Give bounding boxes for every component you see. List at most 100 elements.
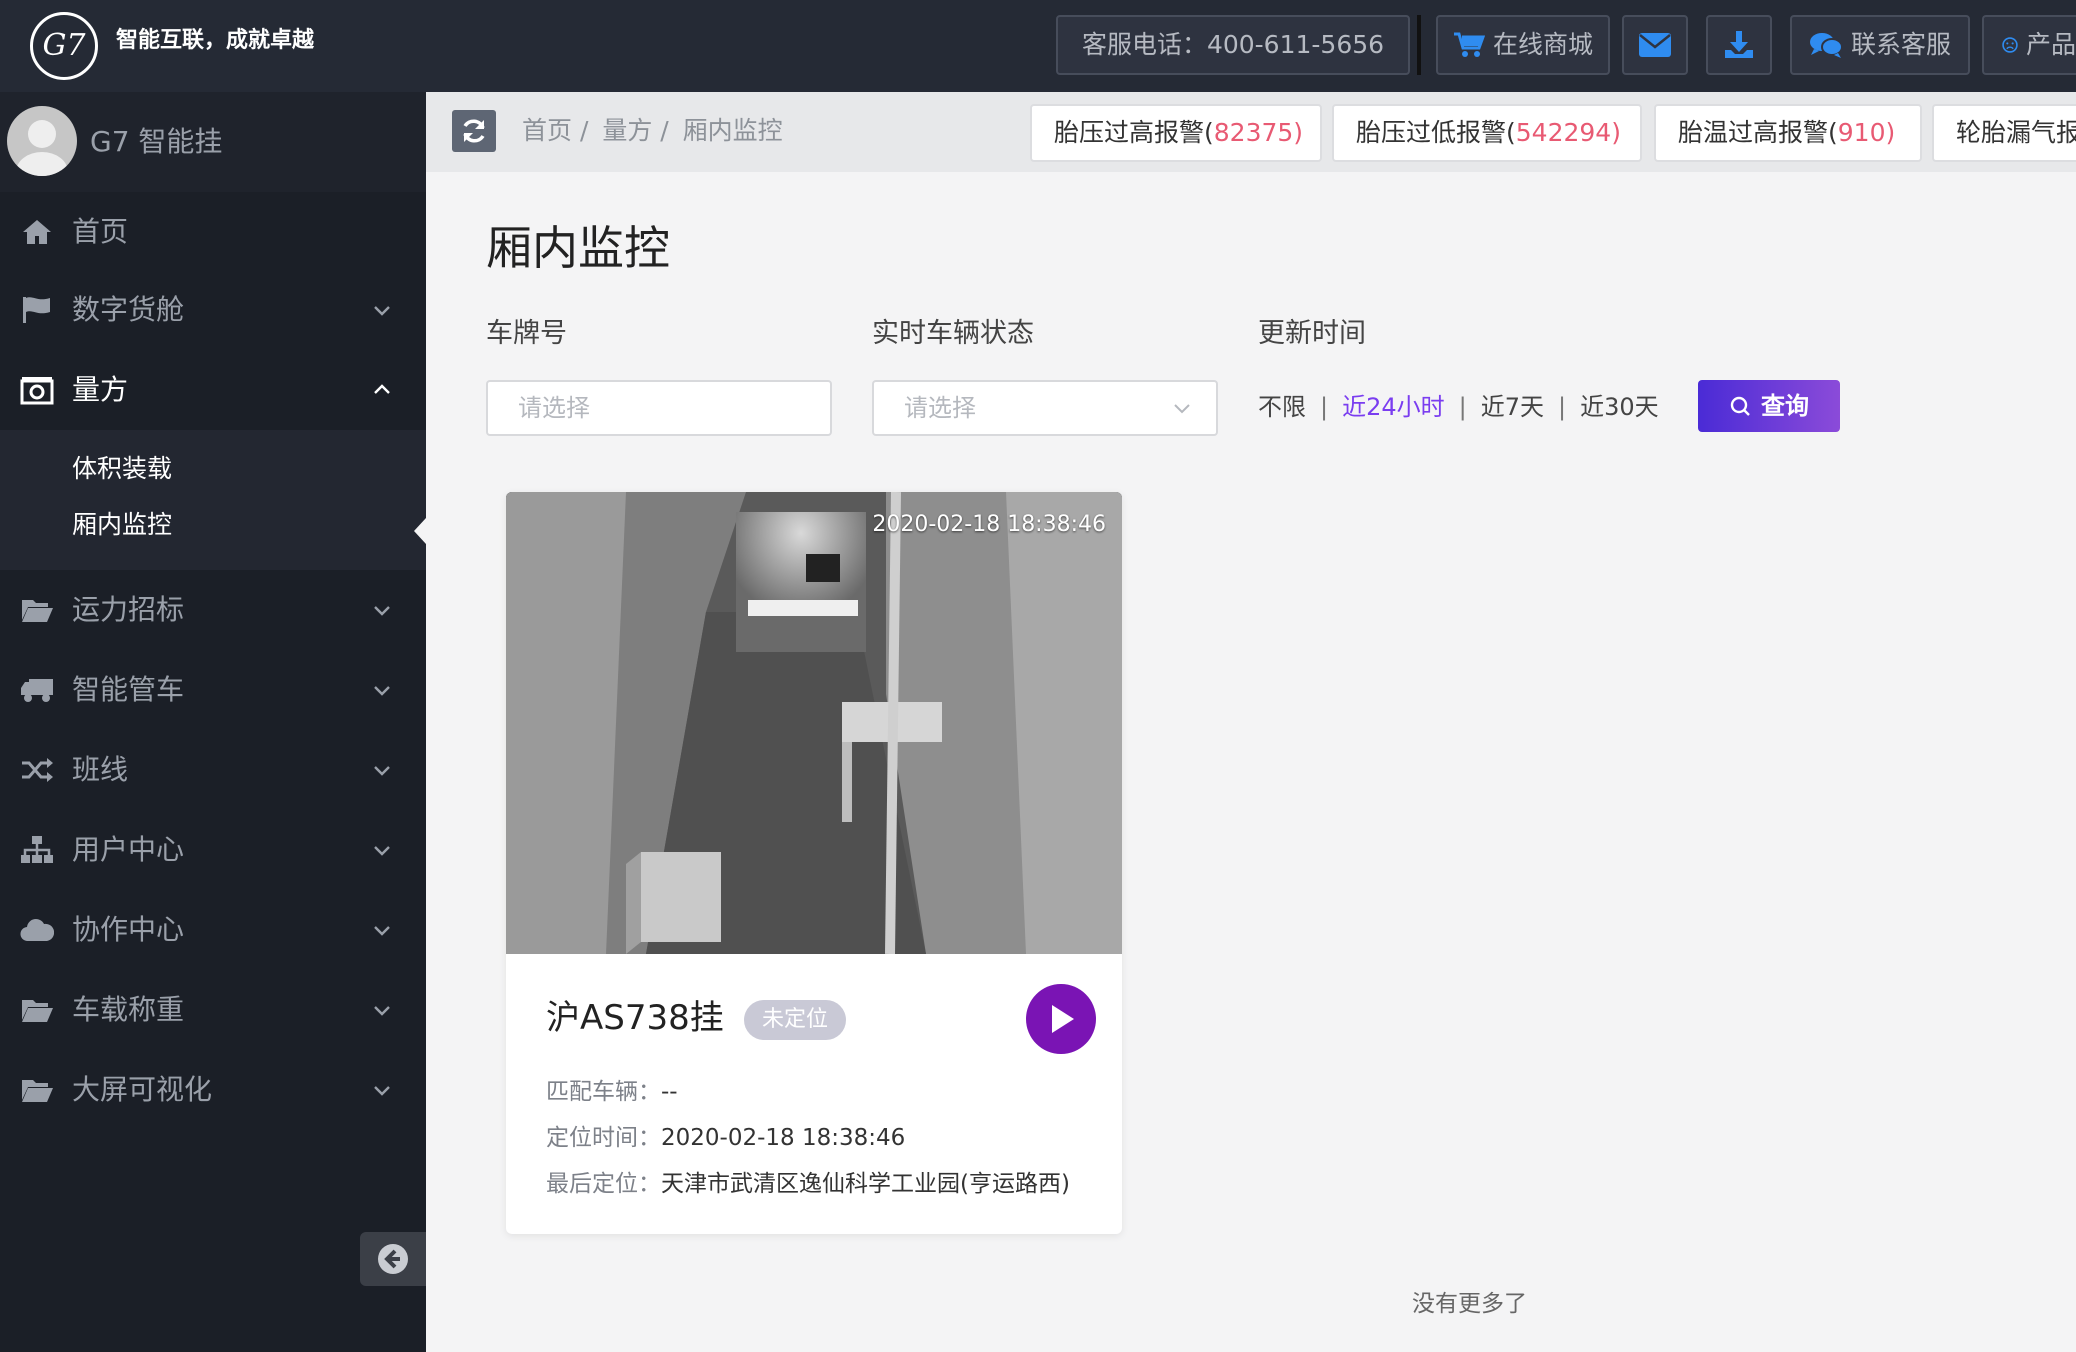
sidebar-item-vehicle-weighing[interactable]: 车载称重 [0,970,426,1050]
folder-open-icon [20,1074,54,1106]
cart-icon [1453,32,1485,57]
alert-tire-leak[interactable]: 轮胎漏气报 [1932,104,2076,162]
online-shop-label: 在线商城 [1492,30,1593,59]
alert-high-temperature[interactable]: 胎温过高报警(910) [1654,104,1922,162]
top-bar: G7 智能互联，成就卓越 客服电话：400-611-5656 在线商城 联系客服… [0,0,2076,92]
sidebar-item-label: 大屏可视化 [72,1073,213,1106]
flag-icon [20,294,54,326]
info-row-position-time: 定位时间：2020-02-18 18:38:46 [546,1122,905,1154]
no-more-text: 没有更多了 [1412,1291,1527,1317]
hotline-button[interactable]: 客服电话：400-611-5656 [1056,15,1410,75]
folder-open-icon [20,994,54,1026]
status-select[interactable]: 请选择 [872,380,1218,436]
sidebar-item-volume[interactable]: 量方 [0,350,426,430]
status-badge: 未定位 [744,1000,847,1040]
breadcrumb: 首页 / 量方 / 厢内监控 [522,114,789,148]
user-name: G7 智能挂 [90,125,223,158]
play-video-button[interactable] [1026,984,1096,1054]
sidebar-item-capacity-bidding[interactable]: 运力招标 [0,570,426,650]
chevron-down-icon [374,1006,390,1016]
breadcrumb-home[interactable]: 首页 / [522,116,588,145]
sidebar-item-digital-cargo[interactable]: 数字货舱 [0,270,426,350]
query-button[interactable]: 查询 [1698,380,1840,432]
alert-label: 轮胎漏气报 [1956,118,2076,147]
contact-service-label: 联系客服 [1850,30,1951,59]
chevron-down-icon [374,1086,390,1096]
product-feedback-button[interactable]: 产品 [1982,15,2076,75]
alert-count: 910 [1837,118,1886,147]
camera-icon [20,374,54,406]
sidebar-item-label: 车载称重 [72,993,185,1026]
camera-snapshot[interactable]: 2020-02-18 18:38:46 [506,492,1122,954]
sidebar-item-label: 运力招标 [72,593,185,626]
cloud-icon [20,914,54,946]
chevron-down-icon [374,606,390,616]
sidebar-item-user-center[interactable]: 用户中心 [0,810,426,890]
breadcrumb-bar: 首页 / 量方 / 厢内监控 胎压过高报警(82375) 胎压过低报警(5422… [426,92,2076,172]
time-option-24h[interactable]: 近24小时 [1342,393,1445,421]
vehicle-card: 2020-02-18 18:38:46 沪AS738挂 未定位 匹配车辆：-- … [506,492,1122,1234]
submenu-item-compartment-monitor[interactable]: 厢内监控 [72,508,172,542]
info-value: 天津市武清区逸仙科学工业园(亨运路西) [661,1171,1070,1197]
mail-button[interactable] [1622,15,1688,75]
alert-count: 82375 [1213,118,1294,147]
sidebar-item-home[interactable]: 首页 [0,192,426,272]
refresh-icon [463,119,485,143]
time-option-7d[interactable]: 近7天 [1481,393,1544,421]
time-option-30d[interactable]: 近30天 [1580,393,1659,421]
info-key: 匹配车辆： [546,1079,661,1105]
info-value: -- [661,1079,678,1105]
alert-low-pressure[interactable]: 胎压过低报警(542294) [1332,104,1642,162]
alert-label: 胎压过低报警( [1356,118,1516,147]
g7-logo[interactable]: G7 [30,12,98,80]
alert-label: 胎温过高报警( [1678,118,1838,147]
sidebar-item-smart-fleet[interactable]: 智能管车 [0,650,426,730]
online-shop-button[interactable]: 在线商城 [1436,15,1610,75]
chevron-down-icon [374,766,390,776]
home-icon [20,216,54,248]
alert-high-pressure[interactable]: 胎压过高报警(82375) [1030,104,1322,162]
page-title: 厢内监控 [486,221,670,275]
compartment-camera-image [506,492,1122,954]
frown-face-icon [2002,37,2018,53]
product-feedback-label: 产品 [2025,30,2076,59]
sidebar-item-big-screen[interactable]: 大屏可视化 [0,1050,426,1130]
folder-open-icon [20,594,54,626]
time-option-all[interactable]: 不限 [1258,393,1306,421]
envelope-icon [1639,33,1671,57]
shuffle-icon [20,754,54,786]
breadcrumb-volume[interactable]: 量方 / [602,116,668,145]
info-row-last-position: 最后定位：天津市武清区逸仙科学工业园(亨运路西) [546,1168,1070,1200]
arrow-circle-left-icon [378,1244,408,1274]
snapshot-timestamp: 2020-02-18 18:38:46 [872,512,1106,537]
plate-select[interactable]: 请选择 [486,380,832,436]
contact-service-button[interactable]: 联系客服 [1790,15,1970,75]
alert-label: 胎压过高报警( [1054,118,1214,147]
truck-icon [20,674,54,706]
sidebar-item-label: 用户中心 [72,833,185,866]
sidebar-item-label: 班线 [72,753,129,786]
sidebar-item-collab-center[interactable]: 协作中心 [0,890,426,970]
download-button[interactable] [1706,15,1772,75]
refresh-button[interactable] [452,110,496,152]
sidebar-item-routes[interactable]: 班线 [0,730,426,810]
download-icon [1725,31,1753,58]
status-filter-label: 实时车辆状态 [872,318,1034,349]
time-filter-options: 不限 | 近24小时 | 近7天 | 近30天 [1258,393,1659,421]
user-profile[interactable]: G7 智能挂 [0,92,426,192]
alert-paren: ) [1885,118,1896,147]
alert-count: 542294 [1515,118,1612,147]
sidebar-item-label: 协作中心 [72,913,185,946]
chevron-down-icon [374,926,390,936]
slogan: 智能互联，成就卓越 [116,28,315,53]
status-select-placeholder: 请选择 [904,394,976,422]
info-row-matched-vehicle: 匹配车辆：-- [546,1076,678,1108]
submenu-item-volume-loading[interactable]: 体积装载 [72,452,172,486]
time-filter-label: 更新时间 [1258,318,1366,349]
chat-icon [1809,33,1843,58]
sitemap-icon [20,834,54,866]
vehicle-plate: 沪AS738挂 [546,998,724,1038]
collapse-sidebar-button[interactable] [360,1232,426,1286]
query-button-label: 查询 [1761,392,1809,420]
hotline-text: 客服电话：400-611-5656 [1081,30,1385,59]
